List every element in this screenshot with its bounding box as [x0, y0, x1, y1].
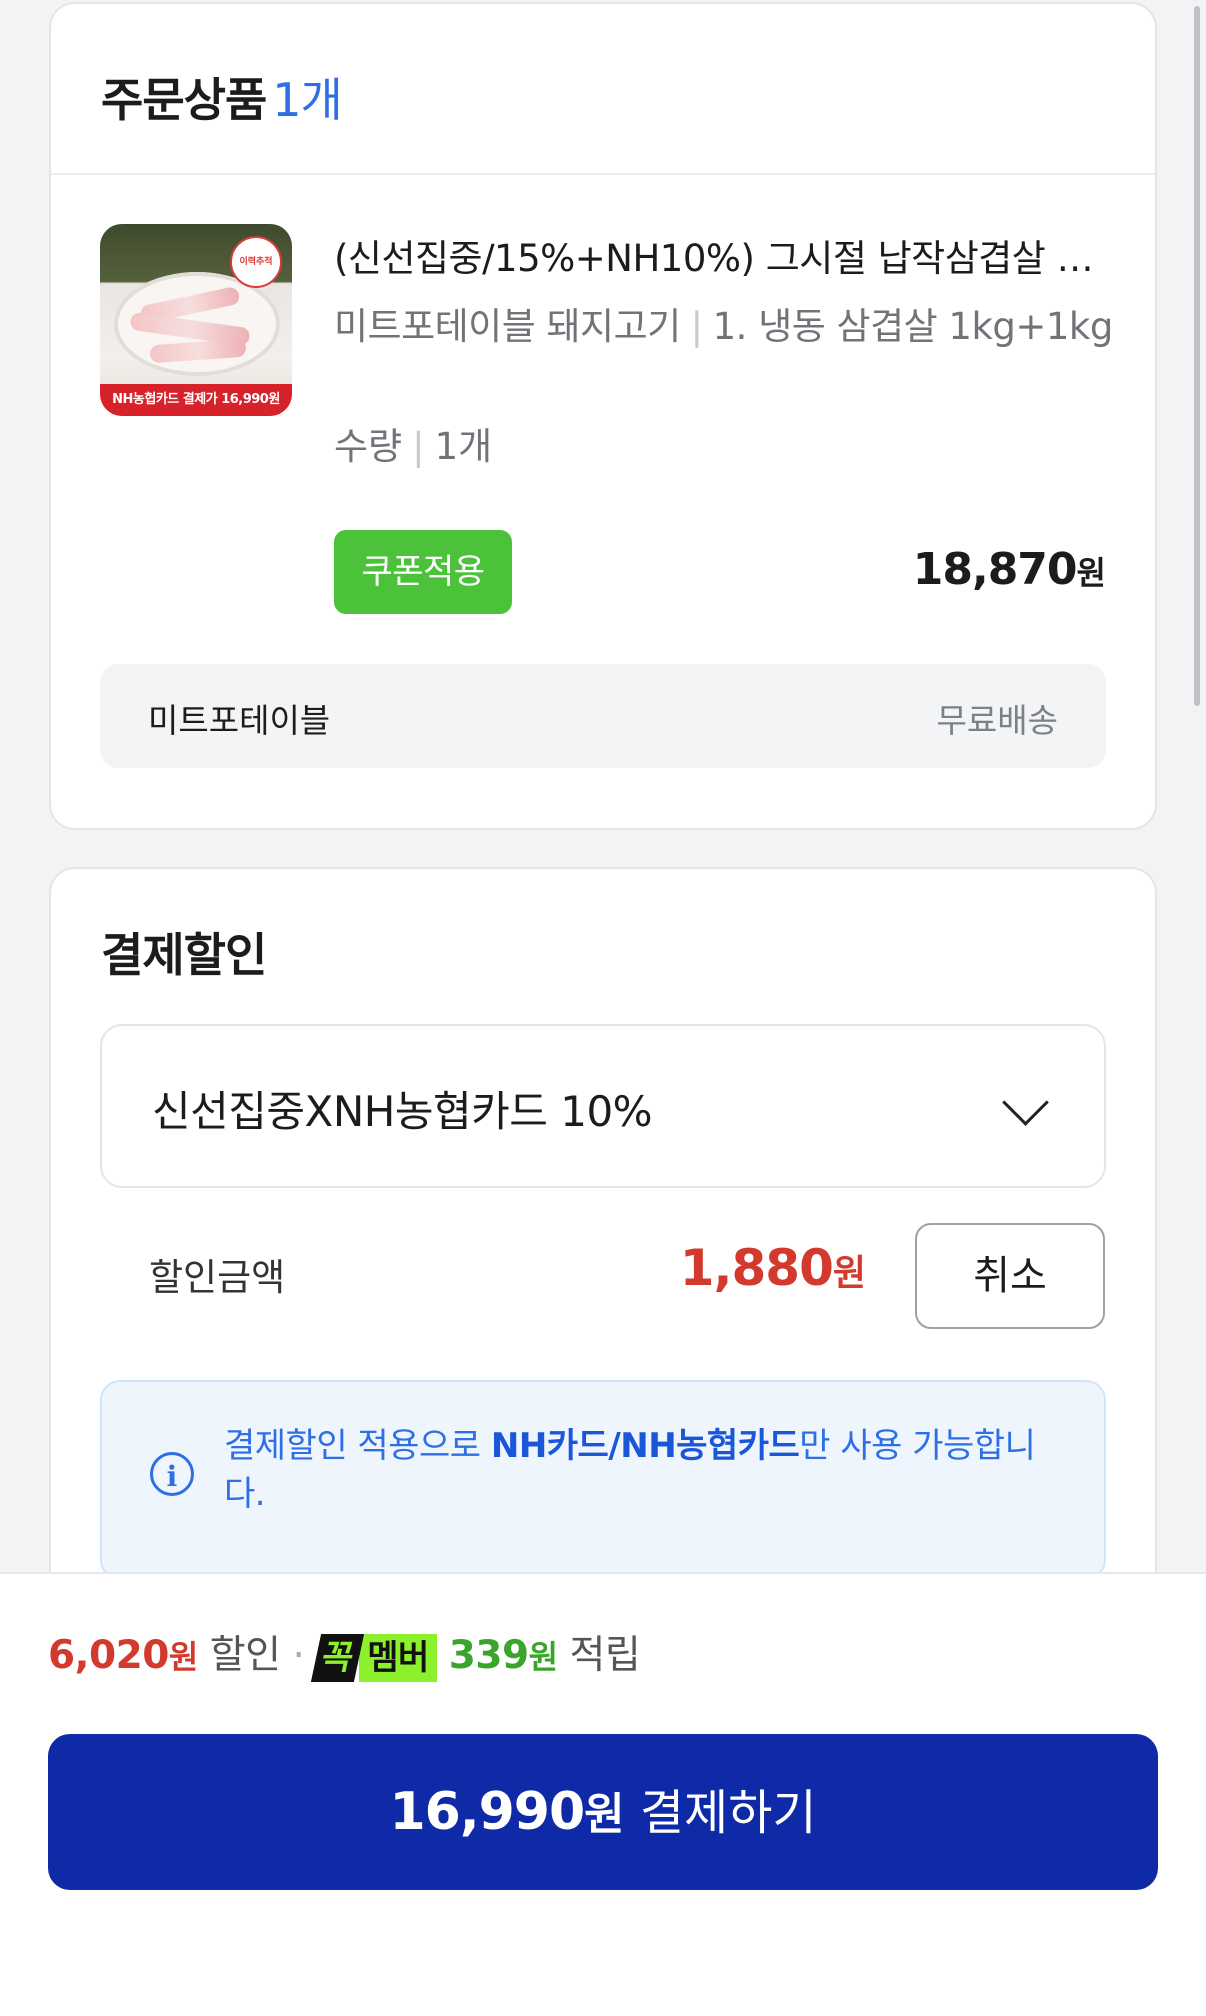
option-text: 1. 냉동 삼겹살 1kg+1kg	[712, 305, 1114, 348]
bottom-checkout-panel: 6,020원 할인 · 꼭 멤버 339원 적립 16,990원 결제하기	[0, 1572, 1206, 2016]
info-icon: i	[150, 1452, 194, 1496]
quantity-label: 수량	[334, 425, 403, 468]
savings-summary: 6,020원 할인 · 꼭 멤버 339원 적립	[48, 1624, 641, 1682]
quantity: 수량 | 1개	[334, 416, 492, 470]
member-badge-part1: 꼭	[311, 1633, 365, 1682]
shipping-seller: 미트포테이블	[148, 701, 331, 740]
scrollbar[interactable]	[1194, 6, 1200, 706]
total-discount-label: 할인	[209, 1633, 281, 1678]
reward-points-label: 적립	[569, 1633, 641, 1678]
reward-points-value: 339	[448, 1633, 529, 1678]
order-items-count: 1개	[272, 73, 343, 127]
quantity-value: 1개	[434, 425, 493, 468]
order-items-title: 주문상품 1개	[101, 64, 343, 130]
discount-amount-value: 1,880	[679, 1239, 834, 1297]
apply-coupon-button[interactable]: 쿠폰적용	[334, 530, 512, 614]
reward-points: 339원	[449, 1633, 558, 1678]
order-items-title-text: 주문상품	[101, 73, 267, 127]
order-items-card: 주문상품 1개 이력추적 NH농협카드 결제가 16,990원 (신선집중/15%…	[49, 2, 1157, 830]
info-card-names: NH카드/NH농협카드	[490, 1426, 800, 1466]
cancel-discount-button[interactable]: 취소	[915, 1223, 1105, 1329]
product-price-unit: 원	[1076, 554, 1106, 592]
payment-discount-card: 결제할인 신선집중XNH농협카드 10% 할인금액 1,880원 취소 i 결제…	[49, 867, 1157, 1607]
traceability-logo: 이력추적	[230, 236, 282, 288]
pay-button[interactable]: 16,990원 결제하기	[48, 1734, 1158, 1890]
member-badge: 꼭 멤버	[311, 1633, 437, 1682]
discount-select[interactable]: 신선집중XNH농협카드 10%	[100, 1024, 1106, 1188]
total-discount-value: 6,020	[48, 1633, 169, 1678]
info-prefix: 결제할인 적용으로	[224, 1426, 491, 1466]
chevron-down-icon	[1002, 1079, 1049, 1126]
separator-dot: ·	[292, 1633, 305, 1678]
separator: |	[412, 425, 425, 468]
pay-amount: 16,990	[389, 1782, 585, 1842]
product-thumbnail[interactable]: 이력추적 NH농협카드 결제가 16,990원	[100, 224, 292, 416]
discount-amount: 1,880원	[679, 1239, 866, 1297]
card-price-badge: NH농협카드 결제가 16,990원	[100, 384, 292, 416]
separator: |	[690, 305, 703, 348]
discount-amount-label: 할인금액	[149, 1256, 286, 1299]
total-discount-unit: 원	[168, 1638, 198, 1676]
total-discount: 6,020원	[48, 1633, 198, 1678]
discount-info-text: 결제할인 적용으로 NH카드/NH농협카드만 사용 가능합니다.	[224, 1422, 1044, 1518]
reward-points-unit: 원	[528, 1638, 558, 1676]
seller-category: 미트포테이블 돼지고기	[334, 305, 681, 348]
pay-amount-unit: 원	[584, 1789, 625, 1840]
product-option: 미트포테이블 돼지고기 | 1. 냉동 삼겹살 1kg+1kg	[334, 296, 1134, 358]
shipping-info: 미트포테이블 무료배송	[100, 664, 1106, 768]
discount-select-value: 신선집중XNH농협카드 10%	[152, 1087, 653, 1136]
member-badge-part2: 멤버	[359, 1633, 437, 1682]
shipping-fee: 무료배송	[936, 701, 1058, 740]
product-title[interactable]: (신선집중/15%+NH10%) 그시절 납작삼겹살 …	[334, 228, 1124, 282]
discount-info-notice: i 결제할인 적용으로 NH카드/NH농협카드만 사용 가능합니다.	[100, 1380, 1106, 1580]
payment-discount-title: 결제할인	[101, 928, 267, 982]
pay-label: 결제하기	[639, 1785, 817, 1841]
product-price: 18,870원	[912, 544, 1106, 595]
divider	[51, 173, 1155, 175]
discount-amount-unit: 원	[832, 1253, 866, 1294]
product-price-value: 18,870	[912, 544, 1078, 595]
